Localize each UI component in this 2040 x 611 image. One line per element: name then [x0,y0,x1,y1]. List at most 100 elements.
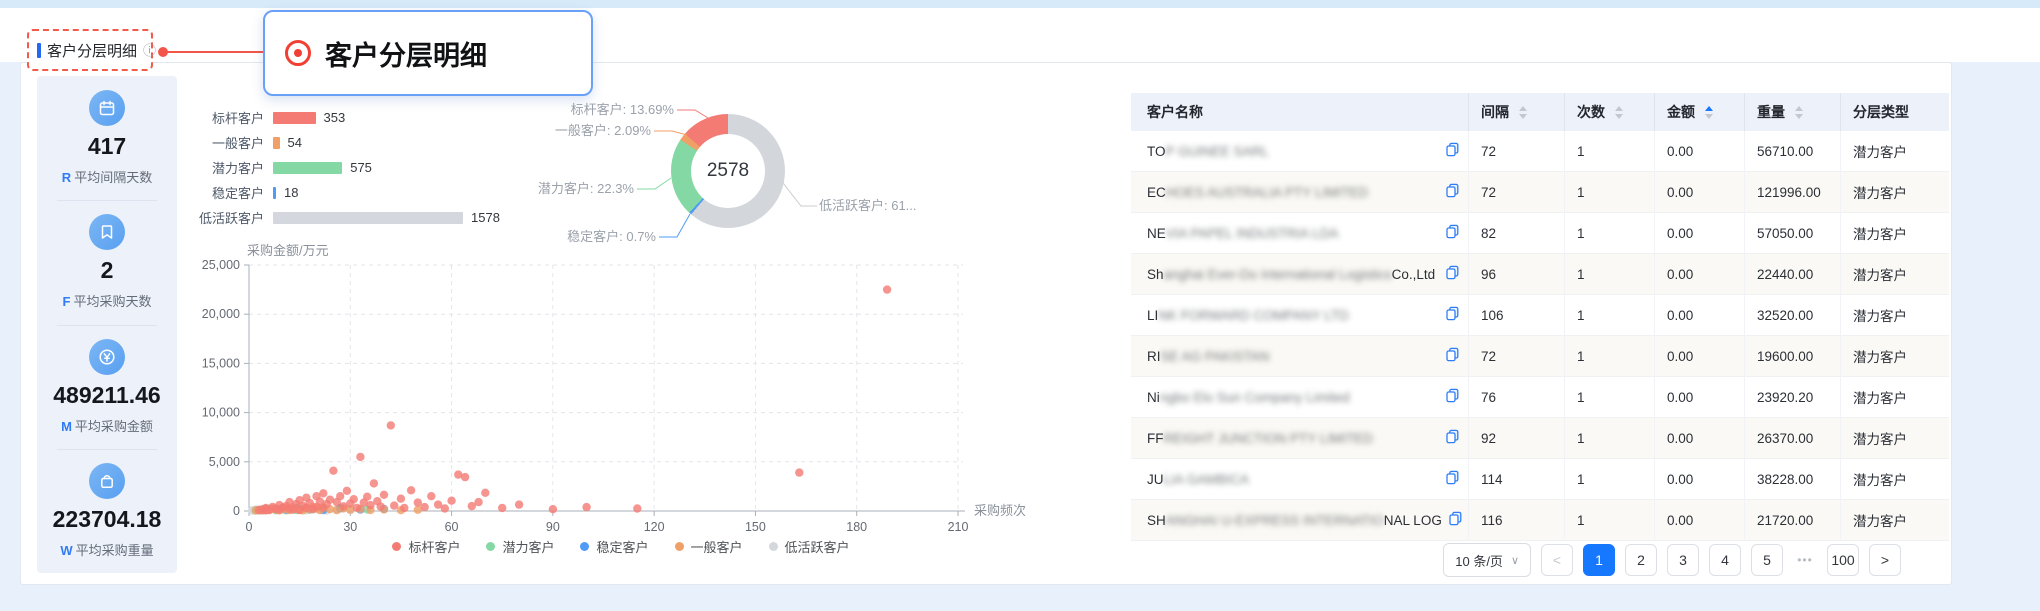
next-page-button[interactable]: > [1869,544,1901,576]
kpi-item-m: 489211.46 M平均采购金额 [37,325,177,449]
bar [273,137,280,149]
amount-cell: 0.00 [1655,254,1745,294]
column-label: 次数 [1577,102,1605,122]
svg-text:60: 60 [445,520,459,534]
page-button-100[interactable]: 100 [1827,544,1859,576]
bar-value: 575 [350,160,372,175]
legend-item[interactable]: 稳定客户 [580,537,648,556]
bar-category-label: 潜力客户 [199,158,264,177]
section-tag[interactable]: 客户分层明细 ⓘ [27,29,153,71]
copy-icon[interactable] [1439,347,1460,365]
kpi-item-r: 417 R平均间隔天数 [37,76,177,200]
kpi-value: 417 [88,133,126,160]
callout-tooltip: 客户分层明细 [263,10,593,96]
connector-dot [158,47,168,57]
scatter-legend: 标杆客户 潜力客户 稳定客户 一般客户 低活跃客户 [171,537,1071,556]
sort-carets-icon[interactable] [1705,106,1713,119]
interval-cell: 116 [1469,500,1565,540]
legend-dot-icon [675,542,684,551]
svg-text:5,000: 5,000 [209,455,240,469]
amount-cell: 0.00 [1655,213,1745,253]
legend-dot-icon [486,542,495,551]
legend-label: 一般客户 [691,537,743,556]
legend-dot-icon [580,542,589,551]
tier-cell: 潜力客户 [1841,459,1949,499]
bar [273,187,276,199]
page-button-1[interactable]: 1 [1583,544,1615,576]
svg-text:30: 30 [343,520,357,534]
copy-icon[interactable] [1439,142,1460,160]
sort-carets-icon[interactable] [1795,106,1803,119]
column-header-2[interactable]: 间隔 [1469,93,1565,131]
kpi-label: W平均采购重量 [60,540,153,559]
info-icon[interactable]: ⓘ [143,44,156,57]
copy-icon[interactable] [1439,388,1460,406]
column-header-3[interactable]: 次数 [1565,93,1655,131]
tier-cell: 潜力客户 [1841,295,1949,335]
legend-item[interactable]: 标杆客户 [392,537,460,556]
chevron-down-icon: ∨ [1511,554,1519,567]
customer-name-cell: Shanghai Ever-Do International Logistics… [1131,254,1469,294]
column-label: 重量 [1757,102,1785,122]
callout-title: 客户分层明细 [325,34,487,73]
table-row: JULIA GAMBICA11410.0038228.00潜力客户 [1131,459,1949,500]
kpi-value: 2 [101,257,114,284]
column-label: 客户名称 [1147,102,1203,122]
page-button-3[interactable]: 3 [1667,544,1699,576]
copy-icon[interactable] [1439,224,1460,242]
legend-label: 潜力客户 [502,537,554,556]
copy-icon[interactable] [1439,265,1460,283]
svg-text:15,000: 15,000 [202,356,240,370]
copy-icon[interactable] [1439,183,1460,201]
table-row: RISE AG PAKISTAN7210.0019600.00潜力客户 [1131,336,1949,377]
sort-carets-icon[interactable] [1615,106,1623,119]
page-button-4[interactable]: 4 [1709,544,1741,576]
page-button-5[interactable]: 5 [1751,544,1783,576]
prev-page-button[interactable]: < [1541,544,1573,576]
weight-cell: 19600.00 [1745,336,1841,376]
legend-item[interactable]: 一般客户 [675,537,743,556]
copy-icon[interactable] [1442,511,1463,529]
bar-row: 低活跃客户1578 [199,205,539,230]
bar-category-label: 标杆客户 [199,108,264,127]
svg-text:0: 0 [233,504,240,518]
donut-label-benchmark: 标杆客户: 13.69% [499,103,674,117]
table-row: LINK FORWARD COMPANY LTD10610.0032520.00… [1131,295,1949,336]
table-row: Shanghai Ever-Do International Logistics… [1131,254,1949,295]
legend-item[interactable]: 低活跃客户 [769,537,850,556]
svg-text:采购金额/万元: 采购金额/万元 [247,243,329,258]
amount-cell: 0.00 [1655,459,1745,499]
tier-cell: 潜力客户 [1841,254,1949,294]
bar [273,212,463,224]
copy-icon[interactable] [1439,429,1460,447]
bar-row: 潜力客户 575 [199,155,539,180]
copy-icon[interactable] [1439,306,1460,324]
sort-carets-icon[interactable] [1519,106,1527,119]
bar-value: 54 [288,135,302,150]
column-header-4[interactable]: 金额 [1655,93,1745,131]
times-cell: 1 [1565,500,1655,540]
svg-text:150: 150 [745,520,766,534]
times-cell: 1 [1565,459,1655,499]
column-header-1: 客户名称 [1131,93,1469,131]
weight-cell: 21720.00 [1745,500,1841,540]
legend-item[interactable]: 潜力客户 [486,537,554,556]
weight-cell: 121996.00 [1745,172,1841,212]
page-size-select[interactable]: 10 条/页∨ [1443,543,1531,577]
interval-cell: 96 [1469,254,1565,294]
amount-cell: 0.00 [1655,336,1745,376]
times-cell: 1 [1565,131,1655,171]
customer-name-cell: SHANGHAI U-EXPRESS INTERNATIONAL LOG [1131,500,1469,540]
bar-value: 353 [324,110,346,125]
legend-dot-icon [769,542,778,551]
weight-cell: 38228.00 [1745,459,1841,499]
column-header-5[interactable]: 重量 [1745,93,1841,131]
bar-category-label: 一般客户 [199,133,264,152]
blue-title-bar [37,43,41,58]
pages-ellipsis[interactable]: ••• [1793,553,1817,567]
weight-cell: 56710.00 [1745,131,1841,171]
copy-icon[interactable] [1439,470,1460,488]
page-button-2[interactable]: 2 [1625,544,1657,576]
customer-name-cell: Ningbo Elo Sun Company Limited [1131,377,1469,417]
bookmark-icon [89,214,125,250]
